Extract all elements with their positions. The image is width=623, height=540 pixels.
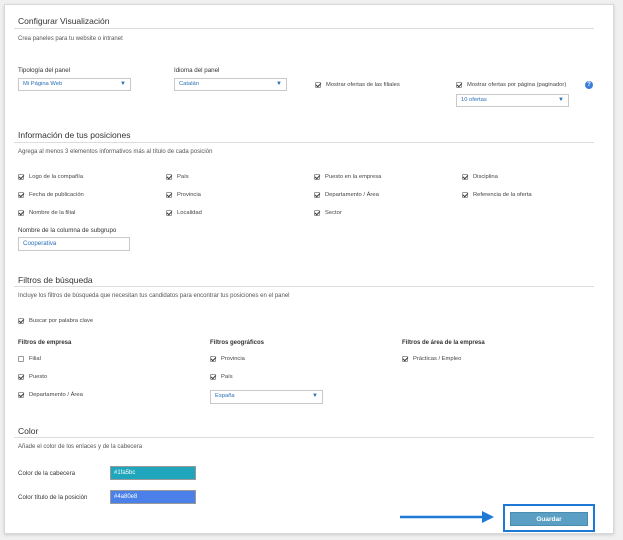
panel-type-select[interactable]: Mi Página Web ▼ <box>18 78 131 91</box>
position-field-checkbox[interactable] <box>166 174 172 180</box>
caret-down-icon: ▼ <box>276 81 282 87</box>
divider <box>14 142 594 143</box>
company-filters-title: Filtros de empresa <box>18 340 72 346</box>
position-field-checkbox[interactable] <box>166 192 172 198</box>
section-description-color: Añade el color de los enlaces y de la ca… <box>18 444 143 450</box>
position-field-checkbox[interactable] <box>314 210 320 216</box>
position-field-label: Departamento / Área <box>325 192 379 198</box>
divider <box>14 286 594 287</box>
show-offers-per-page-checkbox[interactable] <box>456 82 462 88</box>
company-filter-checkbox[interactable] <box>18 392 24 398</box>
show-subsidiary-offers-checkbox[interactable] <box>315 82 321 88</box>
keyword-search-label: Buscar por palabra clave <box>29 318 94 324</box>
area-filter-checkbox[interactable] <box>402 356 408 362</box>
header-color-label: Color de la cabecera <box>18 470 76 477</box>
divider <box>14 437 594 438</box>
geo-filter-checkbox[interactable] <box>210 356 216 362</box>
divider <box>14 28 594 29</box>
position-field-label: Nombre de la filial <box>29 210 76 216</box>
offers-per-page-select[interactable]: 10 ofertas ▼ <box>456 94 569 107</box>
section-description-display: Crea paneles para tu website o intranet <box>18 36 123 42</box>
caret-down-icon: ▼ <box>312 393 318 399</box>
header-color-input[interactable]: #1fa5bc <box>110 466 196 480</box>
offers-per-page-value: 10 ofertas <box>461 97 487 103</box>
panel-type-value: Mi Página Web <box>23 81 63 87</box>
position-field-label: Disciplina <box>473 174 498 180</box>
position-field-label: Puesto en la empresa <box>325 174 382 180</box>
section-description-filters: Incluye los filtros de búsqueda que nece… <box>18 293 290 299</box>
company-filter-label: Puesto <box>29 374 48 380</box>
position-field-label: Provincia <box>177 192 201 198</box>
position-field-checkbox[interactable] <box>314 174 320 180</box>
keyword-search-checkbox[interactable] <box>18 318 24 324</box>
position-field-checkbox[interactable] <box>18 174 24 180</box>
position-field-label: Fecha de publicación <box>29 192 84 198</box>
section-title-positions: Información de tus posiciones <box>18 130 131 140</box>
position-field-checkbox[interactable] <box>462 192 468 198</box>
position-field-checkbox[interactable] <box>18 192 24 198</box>
area-filters-title: Filtros de área de la empresa <box>402 340 485 346</box>
geo-filters-title: Filtros geográficos <box>210 340 265 346</box>
section-title-color: Color <box>18 426 39 436</box>
position-field-label: Logo de la compañía <box>29 174 84 180</box>
position-field-checkbox[interactable] <box>18 210 24 216</box>
position-field-label: Localidad <box>177 210 202 216</box>
company-filter-label: Filial <box>29 356 41 362</box>
title-color-input[interactable]: #4a80e8 <box>110 490 196 504</box>
section-description-positions: Agrega al menos 3 elementos informativos… <box>18 149 213 155</box>
section-title-display: Configurar Visualización <box>18 16 110 26</box>
caret-down-icon: ▼ <box>558 97 564 103</box>
position-field-label: Sector <box>325 210 342 216</box>
language-label: Idioma del panel <box>174 67 220 74</box>
geo-filter-checkbox[interactable] <box>210 374 216 380</box>
company-filter-checkbox[interactable] <box>18 356 24 362</box>
company-filter-label: Departamento / Área <box>29 392 83 398</box>
position-field-checkbox[interactable] <box>314 192 320 198</box>
company-filter-checkbox[interactable] <box>18 374 24 380</box>
question-mark-circle-icon[interactable]: ? <box>585 81 593 89</box>
area-filter-label: Prácticas / Empleo <box>413 356 462 362</box>
section-title-filters: Filtros de búsqueda <box>18 275 93 285</box>
country-value: España <box>215 393 235 399</box>
position-field-label: Referencia de la oferta <box>473 192 532 198</box>
position-field-checkbox[interactable] <box>166 210 172 216</box>
country-select[interactable]: España ▼ <box>210 390 323 404</box>
geo-filter-label: Provincia <box>221 356 245 362</box>
panel-type-label: Tipología del panel <box>18 67 71 74</box>
show-offers-per-page-label: Mostrar ofertas por página (paginador) <box>467 82 567 88</box>
save-button[interactable]: Guardar <box>510 512 588 526</box>
save-button-highlight: Guardar <box>503 504 595 532</box>
language-select[interactable]: Catalán ▼ <box>174 78 287 91</box>
position-field-label: País <box>177 174 189 180</box>
title-color-label: Color título de la posición <box>18 494 88 501</box>
subgroup-column-input[interactable]: Cooperativa <box>18 237 130 251</box>
geo-filter-label: País <box>221 374 233 380</box>
position-field-checkbox[interactable] <box>462 174 468 180</box>
show-subsidiary-offers-label: Mostrar ofertas de las filiales <box>326 82 400 88</box>
arrow-right-icon <box>400 511 494 523</box>
language-value: Catalán <box>179 81 199 87</box>
caret-down-icon: ▼ <box>120 81 126 87</box>
subgroup-column-label: Nombre de la columna de subgrupo <box>18 227 117 234</box>
